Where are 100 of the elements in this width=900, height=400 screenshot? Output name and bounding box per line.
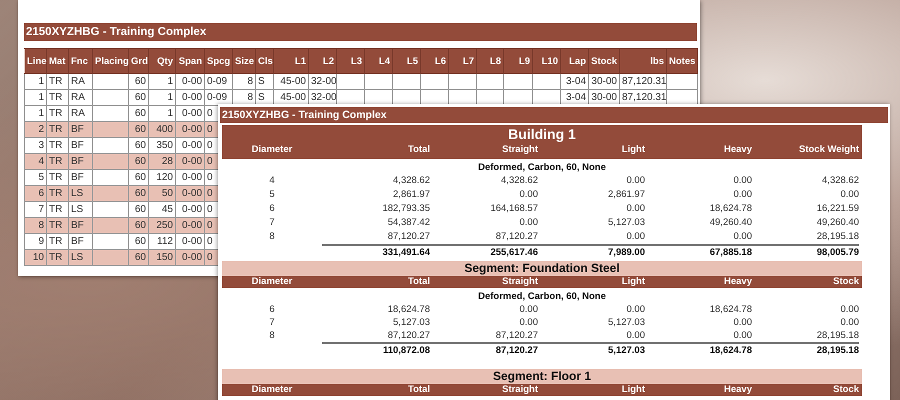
column-header: Heavy — [723, 143, 752, 157]
report-title: 2150XYZHBG - Training Complex — [24, 23, 697, 41]
table-cell: LS — [68, 250, 92, 266]
table-cell-text: 164,168.57 — [489, 202, 538, 216]
table-cell-text: 7 — [268, 316, 276, 329]
table-cell-text: 2,861.97 — [607, 188, 645, 202]
table-cell-text: 0.00 — [626, 230, 645, 244]
column-header: Stock — [832, 276, 859, 288]
total-cell: 18,624.78 — [645, 342, 752, 357]
table-cell: 0-00 — [176, 250, 204, 266]
segment-title: Segment: Floor 1 — [222, 369, 862, 384]
group-label: Deformed, Carbon, 60, None — [477, 290, 607, 303]
table-cell: 60 — [128, 250, 148, 266]
table-cell-text: 49,260.40 — [816, 216, 859, 230]
table-cell-text: 0.00 — [518, 316, 538, 329]
column-header: L1 — [274, 48, 308, 74]
column-header: Stock — [832, 384, 859, 396]
table-cell-text: 6 — [268, 303, 276, 316]
table-cell-text: 28,195.18 — [816, 329, 859, 342]
total-cell: 110,872.08 — [322, 342, 430, 357]
table-cell-text: 0.00 — [732, 329, 752, 342]
column-header: Notes — [666, 48, 698, 74]
table-cell-text: 87,120.27 — [386, 230, 430, 244]
table-cell-text: 0.00 — [840, 316, 859, 329]
total-cell: 7,989.00 — [538, 244, 645, 259]
column-header: Total — [407, 143, 430, 157]
total-cell: 28,195.18 — [752, 342, 859, 357]
column-header: L9 — [504, 48, 532, 74]
column-header: Cls — [256, 48, 274, 74]
table-cell-text: 5,127.03 — [392, 316, 430, 329]
table-cell-text: 5,127.03 — [607, 316, 645, 329]
segment-title: Segment: Foundation Steel — [222, 261, 862, 276]
column-header: Lap — [560, 48, 588, 74]
table-cell: TR — [46, 250, 68, 266]
table-cell-text: 0.00 — [626, 329, 645, 342]
table-cell-text: 0.00 — [626, 174, 645, 188]
column-header: Fnc — [68, 48, 92, 74]
table-cell-text: 87,120.27 — [386, 329, 430, 342]
table-cell-text: 18,624.78 — [386, 303, 430, 316]
column-header: L6 — [420, 48, 448, 74]
column-header: L2 — [308, 48, 336, 74]
table-cell-text: 7 — [268, 216, 276, 230]
column-header: Straight — [501, 276, 538, 288]
column-header: Total — [407, 276, 430, 288]
column-header: L3 — [336, 48, 364, 74]
column-header: Light — [620, 143, 645, 157]
column-header: Grd — [128, 48, 148, 74]
table-cell-text: 16,221.59 — [816, 202, 859, 216]
column-header: Straight — [501, 143, 538, 157]
table-cell: 150 — [148, 250, 176, 266]
table-cell-text: 54,387.42 — [386, 216, 430, 230]
table-cell-text: 4 — [268, 174, 276, 188]
column-header: Light — [620, 384, 645, 396]
section-title: Building 1 — [507, 125, 577, 143]
table-cell-text: 8 — [268, 329, 276, 342]
table-cell-text: 18,624.78 — [708, 303, 752, 316]
total-cell: 255,617.46 — [430, 244, 538, 259]
column-header: Placing — [92, 48, 128, 74]
table-cell-text: 87,120.27 — [494, 329, 538, 342]
column-header: L10 — [532, 48, 560, 74]
table-cell-text: 8 — [268, 230, 276, 244]
table-cell-text: 0.00 — [840, 188, 859, 202]
table-cell-text: 0.00 — [732, 230, 752, 244]
column-header: Heavy — [723, 384, 752, 396]
column-header: Straight — [501, 384, 538, 396]
table-cell-text: 4,328.62 — [392, 174, 430, 188]
table-cell-text: 0.00 — [518, 303, 538, 316]
table-cell-text: 4,328.62 — [821, 174, 859, 188]
table-cell-text: 5,127.03 — [607, 216, 645, 230]
column-header: Stock Weight — [798, 143, 859, 157]
table-cell-text: 18,624.78 — [708, 202, 752, 216]
table-cell-text: 0.00 — [518, 216, 538, 230]
total-cell: 98,005.79 — [752, 244, 859, 259]
total-cell: 5,127.03 — [538, 342, 645, 357]
column-header: L4 — [364, 48, 392, 74]
column-header: Span — [176, 48, 204, 74]
group-label: Deformed, Carbon, 60, None — [477, 161, 607, 174]
total-cell: 67,885.18 — [645, 244, 752, 259]
table-cell-text: 0.00 — [518, 188, 538, 202]
table-cell-text: 87,120.27 — [494, 230, 538, 244]
column-header: Mat — [46, 48, 68, 74]
column-header: Heavy — [723, 276, 752, 288]
table-cell-text: 0.00 — [732, 188, 752, 202]
table-cell-text: 2,861.97 — [392, 188, 430, 202]
table-cell-text: 0.00 — [732, 316, 752, 329]
table-cell-text: 49,260.40 — [708, 216, 752, 230]
table-cell-text: 0.00 — [732, 174, 752, 188]
table-cell-text: 0.00 — [840, 303, 859, 316]
column-header: Total — [407, 384, 430, 396]
column-header: Diameter — [250, 276, 294, 288]
table-cell-text: 28,195.18 — [816, 230, 859, 244]
table-cell-text: 5 — [268, 188, 276, 202]
report-title: 2150XYZHBG - Training Complex — [220, 107, 888, 123]
column-header: Line — [24, 48, 46, 74]
column-header: L8 — [476, 48, 504, 74]
total-cell: 87,120.27 — [430, 342, 538, 357]
table-cell-text: 0.00 — [626, 303, 645, 316]
table-cell-text: 182,793.35 — [381, 202, 430, 216]
column-header: Size — [232, 48, 256, 74]
table-cell-text: 4,328.62 — [500, 174, 538, 188]
